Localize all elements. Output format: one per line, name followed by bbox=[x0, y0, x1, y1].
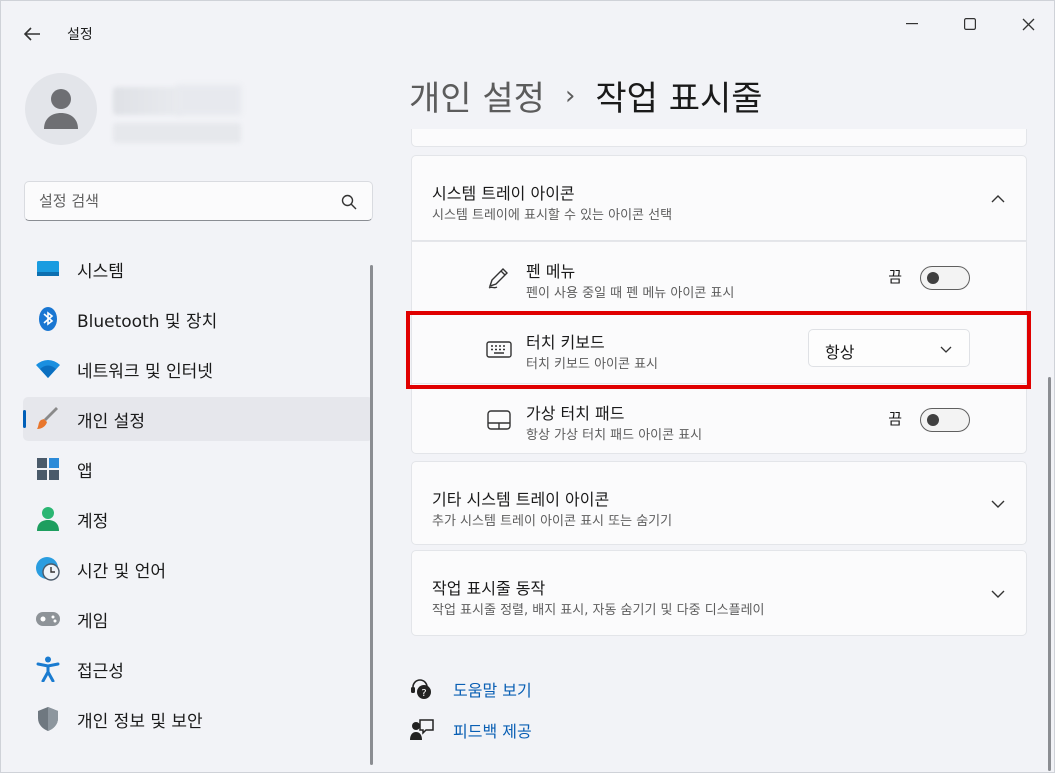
breadcrumb-parent[interactable]: 개인 설정 bbox=[409, 71, 545, 120]
apps-icon bbox=[35, 456, 61, 482]
monitor-icon bbox=[35, 256, 61, 282]
pen-menu-toggle[interactable] bbox=[920, 266, 970, 290]
section-title: 기타 시스템 트레이 아이콘 bbox=[432, 490, 610, 509]
sidebar-item-gaming[interactable]: 게임 bbox=[23, 597, 373, 641]
accessibility-icon bbox=[35, 656, 61, 682]
section-subtitle: 시스템 트레이에 표시할 수 있는 아이콘 선택 bbox=[432, 208, 673, 223]
bluetooth-icon bbox=[35, 306, 61, 332]
tray-icons-header[interactable]: 시스템 트레이 아이콘 시스템 트레이에 표시할 수 있는 아이콘 선택 bbox=[411, 155, 1027, 241]
settings-window: 설정 시스템 bbox=[0, 0, 1055, 773]
minimize-icon bbox=[906, 23, 918, 25]
breadcrumb: 개인 설정 › 작업 표시줄 bbox=[409, 71, 763, 120]
sidebar-item-label: 앱 bbox=[77, 461, 93, 482]
sidebar-item-personalization[interactable]: 개인 설정 bbox=[23, 397, 373, 441]
search-box bbox=[24, 181, 373, 221]
app-title: 설정 bbox=[67, 27, 93, 43]
minimize-button[interactable] bbox=[889, 9, 935, 39]
search-icon[interactable] bbox=[340, 193, 358, 211]
sidebar-item-label: 접근성 bbox=[77, 661, 124, 682]
sidebar-item-label: 개인 설정 bbox=[77, 411, 145, 432]
sidebar-nav: 시스템 Bluetooth 및 장치 네트워크 및 인터넷 개인 설정 앱 계정… bbox=[23, 247, 373, 747]
section-subtitle: 작업 표시줄 정렬, 배지 표시, 자동 숨기기 및 다중 디스플레이 bbox=[432, 603, 765, 618]
sidebar-item-label: 시간 및 언어 bbox=[77, 561, 167, 582]
sidebar-item-time-language[interactable]: 시간 및 언어 bbox=[23, 547, 373, 591]
search-input[interactable] bbox=[25, 182, 315, 220]
feedback-icon bbox=[410, 719, 434, 740]
person-icon bbox=[44, 89, 78, 129]
wifi-icon bbox=[35, 356, 61, 382]
virtual-touchpad-toggle[interactable] bbox=[920, 408, 970, 432]
section-title: 작업 표시줄 동작 bbox=[432, 579, 546, 598]
chevron-down-icon[interactable] bbox=[990, 586, 1006, 602]
avatar[interactable] bbox=[25, 73, 97, 145]
taskbar-behaviors-card[interactable]: 작업 표시줄 동작 작업 표시줄 정렬, 배지 표시, 자동 숨기기 및 다중 … bbox=[411, 550, 1027, 636]
row-title: 가상 터치 패드 bbox=[526, 404, 625, 423]
section-title: 시스템 트레이 아이콘 bbox=[432, 184, 575, 203]
globe-clock-icon bbox=[35, 556, 61, 582]
row-subtitle: 항상 가상 터치 패드 아이콘 표시 bbox=[526, 428, 703, 443]
pen-icon bbox=[488, 268, 508, 289]
breadcrumb-separator: › bbox=[564, 80, 576, 111]
shield-icon bbox=[35, 706, 61, 732]
paintbrush-icon bbox=[35, 406, 61, 432]
back-arrow-icon bbox=[23, 27, 40, 41]
page-title: 작업 표시줄 bbox=[595, 79, 763, 119]
sidebar-item-accounts[interactable]: 계정 bbox=[23, 497, 373, 541]
sidebar-item-label: 시스템 bbox=[77, 261, 124, 282]
close-icon bbox=[1022, 18, 1034, 30]
virtual-touchpad-row: 가상 터치 패드 항상 가상 터치 패드 아이콘 표시 끔 bbox=[411, 384, 1027, 454]
help-link-row[interactable]: ? 도움말 보기 bbox=[409, 677, 532, 701]
previous-section-card bbox=[411, 129, 1027, 147]
maximize-icon bbox=[964, 18, 976, 30]
sidebar-item-accessibility[interactable]: 접근성 bbox=[23, 647, 373, 691]
sidebar-item-label: 계정 bbox=[77, 511, 109, 532]
sidebar-scrollbar[interactable] bbox=[370, 265, 373, 765]
pen-menu-row: 펜 메뉴 펜이 사용 중일 때 펜 메뉴 아이콘 표시 끔 bbox=[411, 242, 1027, 312]
chevron-down-icon[interactable] bbox=[990, 496, 1006, 512]
back-button[interactable] bbox=[19, 21, 45, 47]
user-email-redacted bbox=[113, 123, 241, 143]
touchpad-icon bbox=[487, 410, 511, 430]
sidebar-item-label: Bluetooth 및 장치 bbox=[77, 311, 218, 332]
help-link[interactable]: 도움말 보기 bbox=[453, 677, 532, 701]
section-subtitle: 추가 시스템 트레이 아이콘 표시 또는 숨기기 bbox=[432, 514, 673, 529]
toggle-state-label: 끔 bbox=[888, 410, 902, 428]
user-name-redacted-2 bbox=[177, 85, 241, 115]
main-scrollbar[interactable] bbox=[1048, 377, 1051, 771]
highlight-box bbox=[406, 311, 1031, 389]
title-bar: 설정 bbox=[1, 1, 1054, 63]
sidebar-item-apps[interactable]: 앱 bbox=[23, 447, 373, 491]
sidebar-item-label: 네트워크 및 인터넷 bbox=[77, 361, 213, 382]
feedback-link-row[interactable]: 피드백 제공 bbox=[409, 718, 532, 742]
svg-text:?: ? bbox=[421, 688, 426, 699]
feedback-link[interactable]: 피드백 제공 bbox=[453, 718, 532, 742]
toggle-state-label: 끔 bbox=[888, 268, 902, 286]
help-icon: ? bbox=[411, 679, 431, 699]
chevron-up-icon[interactable] bbox=[990, 191, 1006, 207]
sidebar-item-label: 게임 bbox=[77, 611, 109, 632]
sidebar-item-network[interactable]: 네트워크 및 인터넷 bbox=[23, 347, 373, 391]
close-button[interactable] bbox=[1005, 9, 1051, 39]
row-title: 펜 메뉴 bbox=[526, 262, 576, 281]
sidebar-item-label: 개인 정보 및 보안 bbox=[77, 711, 203, 732]
sidebar-item-bluetooth[interactable]: Bluetooth 및 장치 bbox=[23, 297, 373, 341]
other-tray-icons-card[interactable]: 기타 시스템 트레이 아이콘 추가 시스템 트레이 아이콘 표시 또는 숨기기 bbox=[411, 461, 1027, 545]
maximize-button[interactable] bbox=[947, 9, 993, 39]
gamepad-icon bbox=[35, 606, 61, 632]
account-icon bbox=[35, 506, 61, 532]
sidebar-item-system[interactable]: 시스템 bbox=[23, 247, 373, 291]
sidebar-item-privacy[interactable]: 개인 정보 및 보안 bbox=[23, 697, 373, 741]
user-name-redacted bbox=[113, 87, 183, 115]
row-subtitle: 펜이 사용 중일 때 펜 메뉴 아이콘 표시 bbox=[526, 286, 735, 301]
